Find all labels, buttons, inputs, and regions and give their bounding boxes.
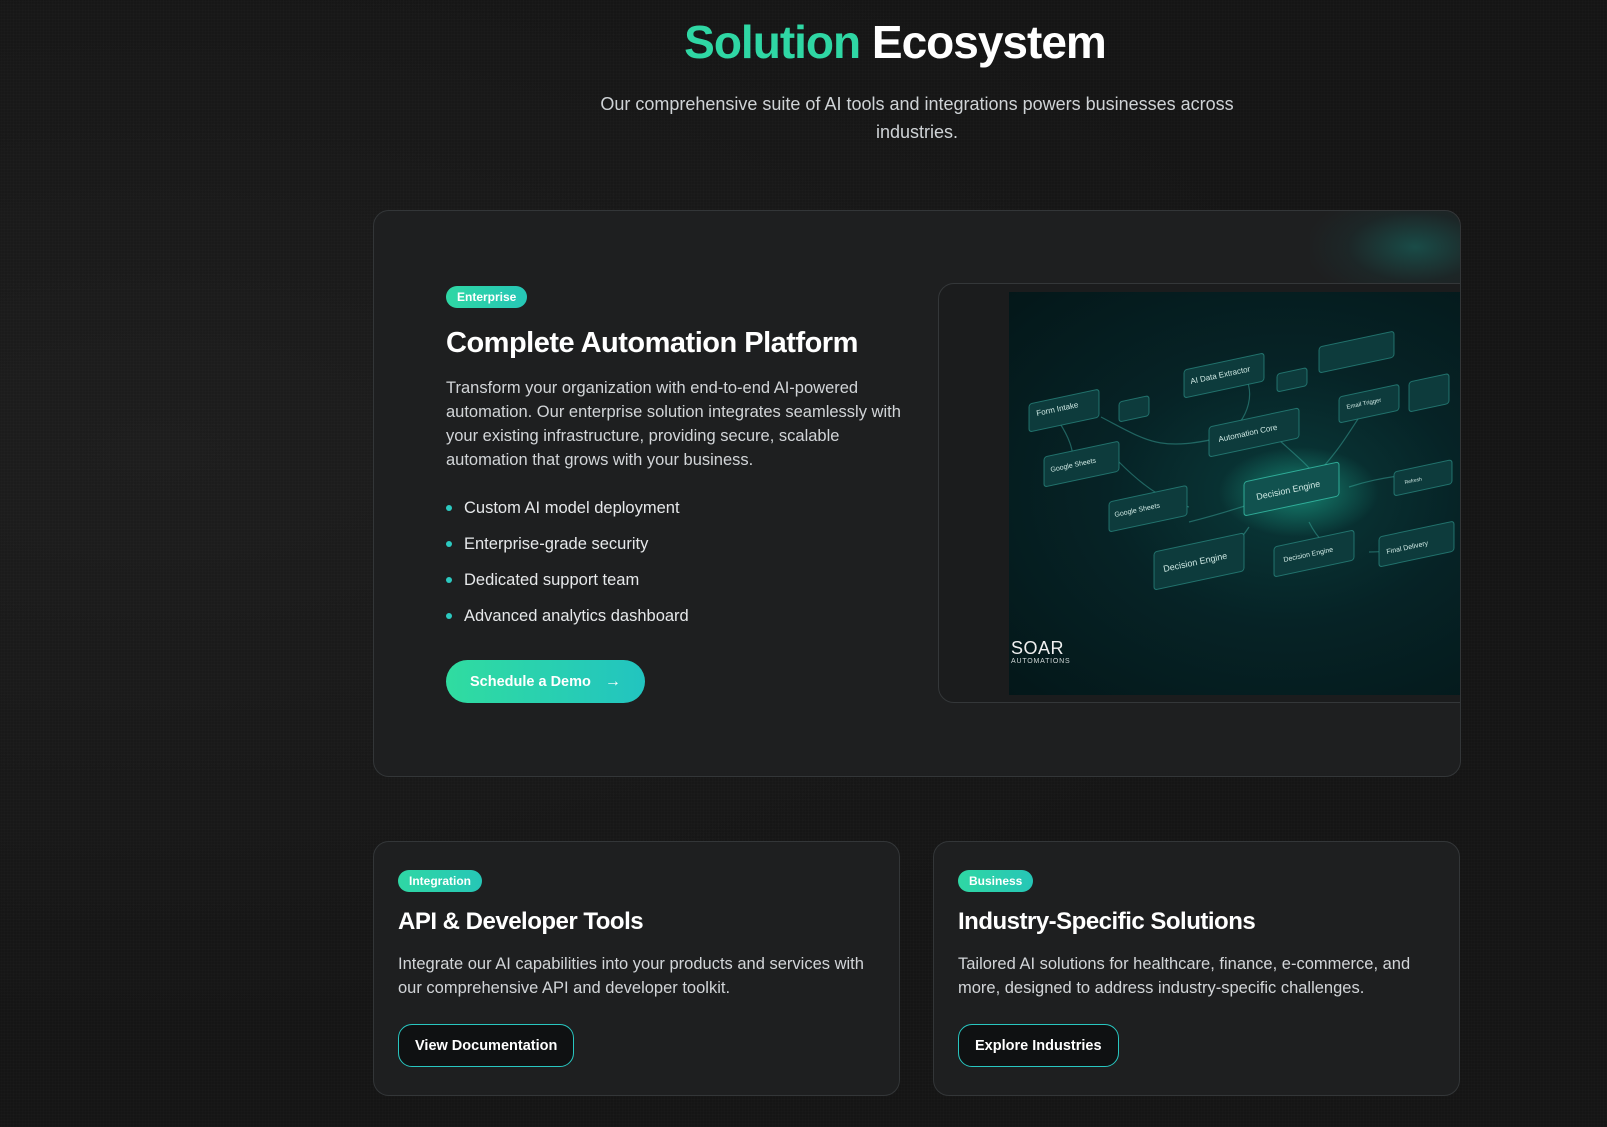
enterprise-title: Complete Automation Platform: [446, 327, 858, 359]
view-documentation-button[interactable]: View Documentation: [398, 1024, 575, 1067]
integration-badge: Integration: [398, 870, 482, 892]
workflow-diagram: AI Data Extractor Form Intake Automation…: [1028, 331, 1455, 590]
feature-item: Dedicated support team: [446, 562, 906, 598]
schedule-demo-label: Schedule a Demo: [470, 673, 591, 690]
business-card: Business Industry-Specific Solutions Tai…: [933, 841, 1460, 1096]
integration-description: Integrate our AI capabilities into your …: [398, 955, 864, 997]
integration-content: Integration API & Developer Tools Integr…: [398, 870, 878, 1067]
business-description: Tailored AI solutions for healthcare, fi…: [958, 955, 1411, 997]
feature-item: Custom AI model deployment: [446, 490, 906, 526]
business-title: Industry-Specific Solutions: [958, 908, 1256, 935]
soar-logo-sub: AUTOMATIONS: [1011, 658, 1071, 665]
title-accent: Solution: [684, 16, 861, 68]
enterprise-badge: Enterprise: [446, 286, 528, 308]
explore-industries-button[interactable]: Explore Industries: [958, 1024, 1119, 1067]
title-rest: Ecosystem: [871, 16, 1107, 68]
schedule-demo-button[interactable]: Schedule a Demo →: [446, 660, 645, 703]
feature-list: Custom AI model deployment Enterprise-gr…: [446, 490, 906, 634]
section-header: Solution Ecosystem Our comprehensive sui…: [0, 14, 1607, 146]
platform-preview-image: AI Data Extractor Form Intake Automation…: [1009, 292, 1460, 695]
enterprise-card: Enterprise Complete Automation Platform …: [373, 210, 1461, 777]
integration-title: API & Developer Tools: [398, 908, 644, 935]
soar-logo-name: SOAR: [1011, 638, 1065, 658]
enterprise-content: Enterprise Complete Automation Platform …: [446, 286, 906, 703]
business-content: Business Industry-Specific Solutions Tai…: [958, 870, 1438, 1067]
page-title: Solution Ecosystem: [183, 14, 1607, 70]
feature-item: Advanced analytics dashboard: [446, 598, 906, 634]
page-subtitle: Our comprehensive suite of AI tools and …: [600, 94, 1234, 142]
arrow-right-icon: →: [604, 672, 621, 690]
feature-item: Enterprise-grade security: [446, 526, 906, 562]
integration-card: Integration API & Developer Tools Integr…: [373, 841, 900, 1096]
soar-logo: SOAR AUTOMATIONS: [1011, 638, 1071, 665]
business-badge: Business: [958, 870, 1034, 892]
enterprise-description: Transform your organization with end-to-…: [446, 379, 901, 469]
platform-preview-frame: AI Data Extractor Form Intake Automation…: [938, 283, 1460, 703]
